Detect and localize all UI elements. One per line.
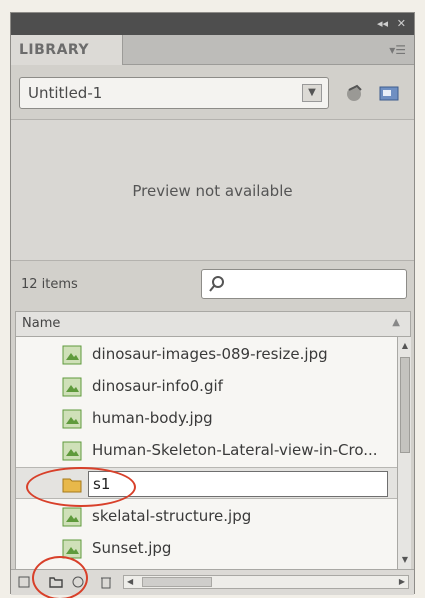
list-item[interactable]: dinosaur-images-089-resize.jpg [16,339,397,371]
list-item-label: skelatal-structure.jpg [92,507,252,525]
scroll-left-icon[interactable]: ◀ [127,576,133,588]
rename-input[interactable]: s1 [88,471,388,497]
scroll-right-icon[interactable]: ▶ [399,576,405,588]
library-panel: ◂◂ ✕ LIBRARY ▾☰ Untitled-1 ▼ Preview not… [10,12,415,595]
bitmap-icon [62,441,82,461]
bitmap-icon [62,345,82,365]
new-symbol-icon[interactable] [17,575,31,589]
list-item-label: Sunset.jpg [92,539,172,557]
bitmap-icon [62,539,82,559]
search-row: 12 items [11,265,414,303]
list-item-label: dinosaur-images-089-resize.jpg [92,345,328,363]
new-folder-icon[interactable] [49,575,63,589]
panel-menu-icon[interactable]: ▾☰ [389,43,406,57]
close-icon[interactable]: ✕ [397,17,406,31]
library-list[interactable]: dinosaur-images-089-resize.jpg dinosaur-… [15,337,397,569]
scroll-down-icon[interactable]: ▼ [399,553,411,567]
new-library-panel-icon[interactable] [377,81,401,105]
scroll-up-icon[interactable]: ▲ [399,339,411,353]
panel-title-bar[interactable]: ◂◂ ✕ [11,13,414,35]
sort-arrow-icon[interactable]: ▲ [392,317,400,328]
bitmap-icon [62,507,82,527]
horizontal-scroll-thumb[interactable] [142,577,212,587]
bottom-toolbar: ◀ ▶ [11,569,414,595]
list-item[interactable]: human-body.jpg [16,403,397,435]
folder-icon [62,478,82,493]
list-item[interactable]: skelatal-structure.jpg [16,501,397,533]
document-select[interactable]: Untitled-1 ▼ [19,77,329,109]
list-item-label: human-body.jpg [92,409,213,427]
preview-message: Preview not available [132,182,293,200]
list-item-folder[interactable]: s1 [16,467,397,499]
bitmap-icon [62,377,82,397]
properties-icon[interactable] [71,575,85,589]
name-column-label: Name [22,316,61,331]
search-input[interactable] [201,269,407,299]
bitmap-icon [62,409,82,429]
list-item[interactable]: Human-Skeleton-Lateral-view-in-Cro... [16,435,397,467]
delete-icon[interactable] [99,575,113,589]
column-header[interactable]: Name ▲ [15,311,411,337]
horizontal-scrollbar[interactable]: ◀ ▶ [123,575,409,589]
list-item-label: Human-Skeleton-Lateral-view-in-Cro... [92,441,378,459]
item-count: 12 items [21,277,78,292]
document-select-value: Untitled-1 [28,84,103,102]
preview-area: Preview not available [11,119,414,261]
vertical-scrollbar[interactable]: ▲ ▼ [397,337,411,569]
pin-library-icon[interactable] [343,81,367,105]
tab-library[interactable]: LIBRARY [11,35,123,65]
collapse-icon[interactable]: ◂◂ [377,17,388,31]
chevron-down-icon[interactable]: ▼ [302,84,322,102]
list-item[interactable]: Sunset.jpg [16,533,397,565]
scroll-thumb[interactable] [400,357,410,453]
search-icon [209,276,224,292]
list-item[interactable]: dinosaur-info0.gif [16,371,397,403]
tab-bar: LIBRARY ▾☰ [11,35,414,65]
list-item-label: dinosaur-info0.gif [92,377,223,395]
document-row: Untitled-1 ▼ [19,75,409,111]
